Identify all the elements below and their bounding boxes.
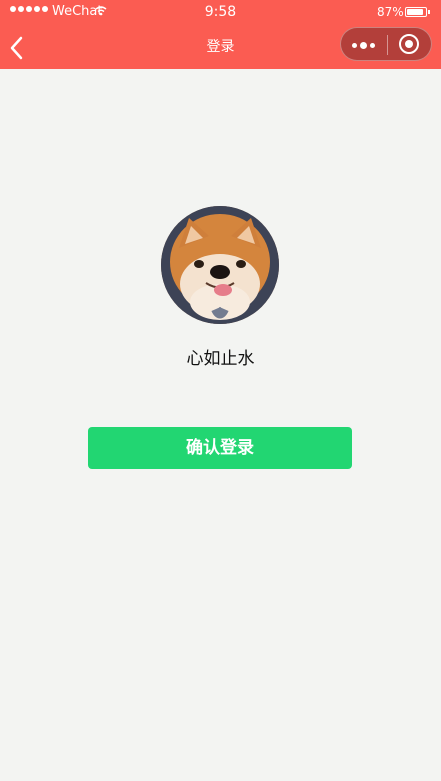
avatar	[161, 206, 279, 324]
username: 心如止水	[186, 349, 255, 369]
more-options-icon[interactable]	[352, 42, 375, 49]
header: WeChat 9:58 87% 登录	[0, 0, 441, 69]
status-time: 9:58	[204, 4, 237, 20]
battery-icon	[405, 7, 427, 17]
shiba-dog-avatar-image	[161, 206, 279, 324]
mini-program-capsule	[340, 27, 432, 61]
battery-tip	[428, 10, 430, 14]
exit-mini-program-icon[interactable]	[399, 34, 419, 54]
confirm-login-button[interactable]: 确认登录	[88, 427, 352, 469]
status-bar: WeChat 9:58 87%	[0, 0, 441, 24]
capsule-divider	[387, 35, 388, 55]
battery-percentage: 87%	[377, 5, 404, 19]
